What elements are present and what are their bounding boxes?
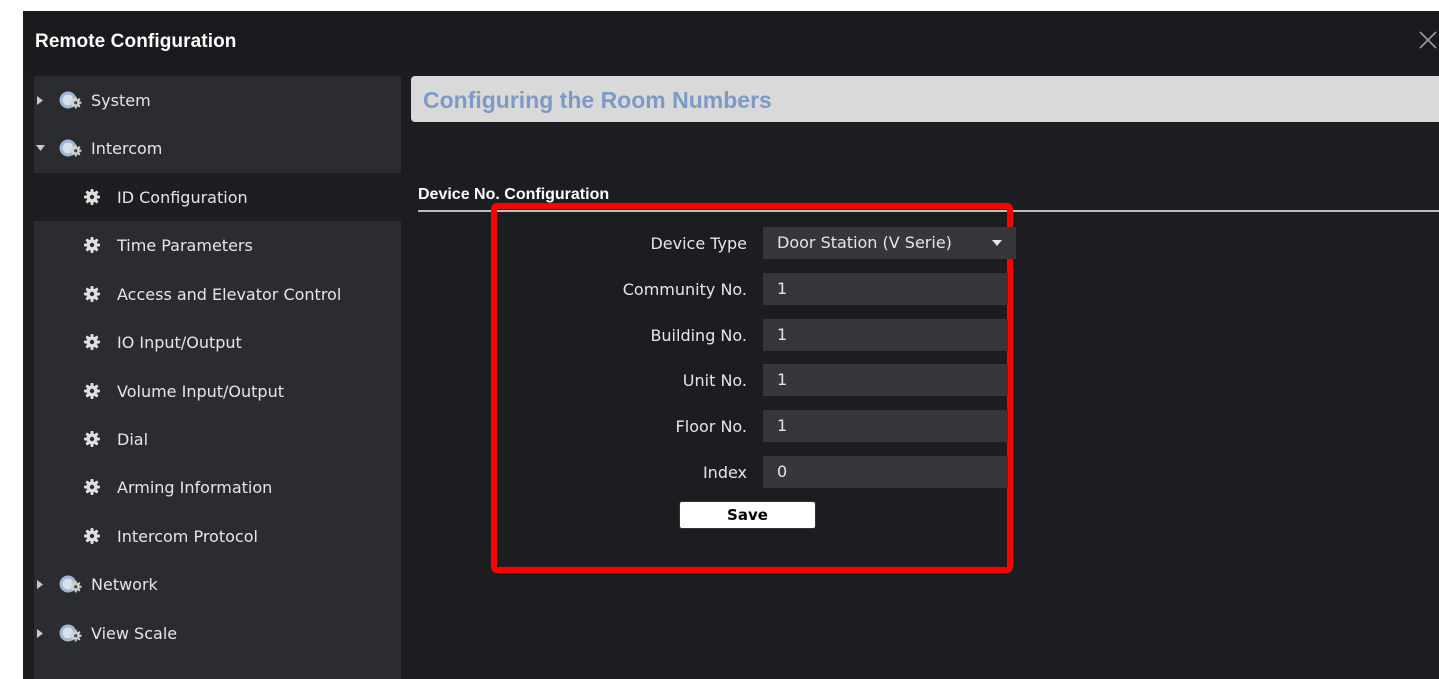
sidebar-item-arming-information[interactable]: Arming Information (34, 463, 401, 511)
gear-icon (84, 528, 100, 544)
section-title: Device No. Configuration (418, 186, 610, 203)
window-title: Remote Configuration (35, 31, 237, 52)
sidebar-item-label: IO Input/Output (117, 332, 242, 352)
caret-down-icon (992, 240, 1002, 246)
gear-icon (84, 286, 100, 302)
save-button[interactable]: Save (679, 501, 816, 529)
page-title: Configuring the Room Numbers (423, 87, 772, 113)
sidebar-item-time-parameters[interactable]: Time Parameters (34, 221, 401, 269)
index-label: Index (702, 463, 747, 482)
highlight-box: Device Type Door Station (V Serie) Commu… (491, 203, 1016, 573)
sidebar-item-intercom-protocol[interactable]: Intercom Protocol (34, 512, 401, 560)
gear-icon (84, 189, 100, 205)
unit-no-input[interactable]: 1 (763, 364, 1008, 396)
main-content: Configuring the Room Numbers Device No. … (411, 76, 1439, 679)
sidebar-item-io-input-output[interactable]: IO Input/Output (34, 318, 401, 366)
gear-cluster-icon (59, 91, 83, 109)
sidebar-item-label: Time Parameters (117, 235, 253, 255)
gear-icon (84, 431, 100, 447)
device-type-label: Device Type (650, 234, 747, 253)
triangle-down-icon[interactable] (34, 145, 46, 151)
sidebar-item-label: Arming Information (117, 477, 273, 497)
building-no-input[interactable]: 1 (763, 319, 1008, 351)
community-no-label: Community No. (622, 280, 747, 299)
sidebar-item-label: Intercom Protocol (117, 526, 258, 546)
page-header: Configuring the Room Numbers (411, 76, 1439, 122)
triangle-right-icon[interactable] (34, 579, 46, 589)
sidebar-item-dial[interactable]: Dial (34, 415, 401, 463)
sidebar-item-label: Network (91, 574, 158, 594)
close-icon (1419, 31, 1437, 49)
floor-no-input[interactable]: 1 (763, 410, 1008, 442)
sidebar-item-intercom[interactable]: Intercom (34, 124, 401, 172)
floor-no-label: Floor No. (675, 417, 747, 436)
sidebar-item-label: Volume Input/Output (117, 381, 284, 401)
sidebar-item-label: Intercom (91, 138, 163, 158)
gear-cluster-icon (59, 575, 83, 593)
sidebar-item-label: View Scale (91, 623, 178, 643)
sidebar-item-network[interactable]: Network (34, 560, 401, 608)
sidebar-item-label: ID Configuration (117, 187, 248, 207)
sidebar-item-label: Access and Elevator Control (117, 284, 342, 304)
gear-icon (84, 383, 100, 399)
sidebar: System Intercom ID Configuration Time Pa… (34, 76, 401, 679)
sidebar-item-id-configuration[interactable]: ID Configuration (34, 173, 401, 221)
device-type-select[interactable]: Door Station (V Serie) (763, 227, 1016, 259)
title-bar: Remote Configuration (23, 11, 1439, 71)
device-type-value: Door Station (V Serie) (777, 233, 952, 252)
sidebar-item-volume-input-output[interactable]: Volume Input/Output (34, 367, 401, 415)
community-no-input[interactable]: 1 (763, 273, 1008, 305)
gear-cluster-icon (59, 139, 83, 157)
sidebar-item-view-scale[interactable]: View Scale (34, 609, 401, 657)
triangle-right-icon[interactable] (34, 95, 46, 105)
sidebar-item-system[interactable]: System (34, 76, 401, 124)
gear-cluster-icon (59, 624, 83, 642)
unit-no-label: Unit No. (682, 371, 747, 390)
gear-icon (84, 237, 100, 253)
gear-icon (84, 479, 100, 495)
building-no-label: Building No. (650, 326, 747, 345)
sidebar-item-label: Dial (117, 429, 149, 449)
sidebar-item-access-elevator-control[interactable]: Access and Elevator Control (34, 270, 401, 318)
index-input[interactable]: 0 (763, 456, 1008, 488)
close-button[interactable] (1417, 29, 1439, 51)
sidebar-item-label: System (91, 90, 151, 110)
remote-configuration-window: Remote Configuration System Intercom ID … (23, 11, 1439, 679)
gear-icon (84, 334, 100, 350)
triangle-right-icon[interactable] (34, 628, 46, 638)
